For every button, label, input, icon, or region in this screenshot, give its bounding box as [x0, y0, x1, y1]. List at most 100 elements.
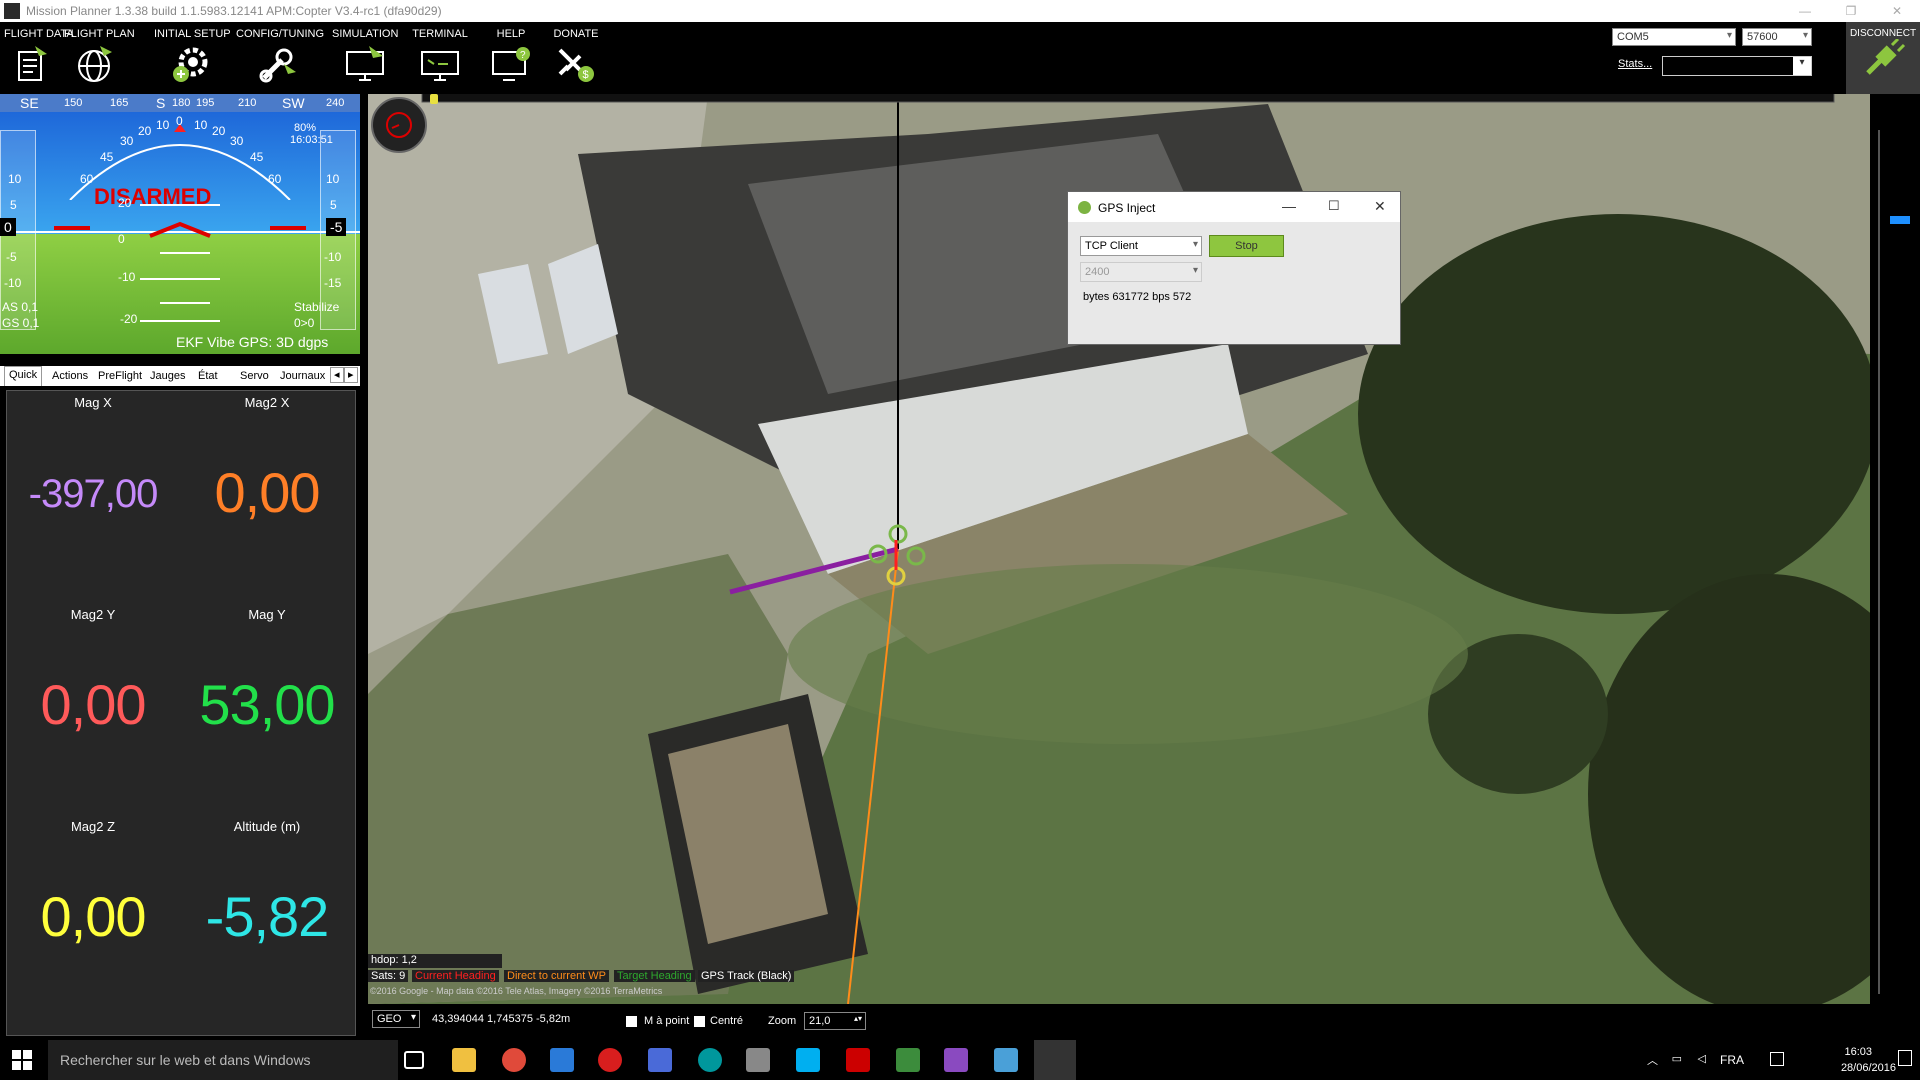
mission-planner-taskbar-icon[interactable]	[994, 1048, 1018, 1072]
app-icon-blue[interactable]	[550, 1048, 574, 1072]
menu-initial-setup[interactable]: INITIAL SETUP	[154, 22, 231, 94]
coord-type-value: GEO	[377, 1013, 402, 1025]
stats-link[interactable]: Stats...	[1618, 58, 1652, 70]
file-explorer-icon[interactable]	[452, 1048, 476, 1072]
app-icon-purple[interactable]	[944, 1048, 968, 1072]
gear-plus-icon	[173, 47, 208, 82]
taskbar-search-placeholder: Rechercher sur le web et dans Windows	[60, 1052, 311, 1068]
legend-target-heading: Target Heading	[614, 970, 695, 982]
chevron-down-icon: ▾	[1793, 57, 1811, 75]
satellite-map[interactable]: GPS Inject — ☐ ✕ TCP Client ▾ Stop 2400 ▾ …	[368, 94, 1870, 1004]
quick-label: Mag X	[74, 395, 112, 410]
close-button[interactable]: ✕	[1874, 0, 1920, 22]
pitch-line	[160, 252, 210, 254]
connection-type-select[interactable]: TCP Client ▾	[1080, 236, 1202, 256]
zoom-stepper[interactable]: 21,0 ▴▾	[804, 1012, 866, 1030]
tab-scroll-right[interactable]: ▸	[344, 367, 358, 383]
arduino-icon[interactable]	[698, 1048, 722, 1072]
quick-cell[interactable]: Altitude (m) -5,82	[181, 815, 353, 1027]
roll-label: 60	[80, 172, 94, 186]
menu-simulation[interactable]: SIMULATION	[332, 22, 398, 94]
tab-scroll-left[interactable]: ◂	[330, 367, 344, 383]
tab-servo[interactable]: Servo	[236, 368, 273, 386]
tab-etat[interactable]: État	[194, 368, 222, 386]
volume-icon[interactable]: ◁	[1698, 1052, 1706, 1065]
roll-label: 20	[212, 124, 226, 138]
plug-icon	[1866, 37, 1906, 75]
coord-type-select[interactable]: GEO ▾	[372, 1010, 420, 1028]
menu-label: DONATE	[553, 28, 599, 40]
timeline-marker[interactable]	[430, 94, 438, 104]
menu-config-tuning[interactable]: CONFIG/TUNING	[236, 22, 324, 94]
chevron-down-icon: ▾	[1802, 30, 1808, 41]
network-icon[interactable]: ▭	[1672, 1052, 1682, 1065]
tab-actions[interactable]: Actions	[48, 368, 92, 386]
menu-label: TERMINAL	[412, 28, 468, 40]
pdf-reader-icon[interactable]	[846, 1048, 870, 1072]
app-icon-green[interactable]	[896, 1048, 920, 1072]
menu-label: HELP	[496, 28, 526, 40]
task-view-icon[interactable]	[404, 1051, 424, 1069]
quick-cell[interactable]: Mag2 Y 0,00	[7, 603, 179, 815]
altitude-value: -5	[326, 218, 347, 236]
stop-button[interactable]: Stop	[1209, 235, 1284, 257]
app-icon-red[interactable]	[598, 1048, 622, 1072]
map-right-bar	[1870, 94, 1920, 1004]
language-indicator[interactable]: FRA	[1720, 1053, 1744, 1067]
baud-value: 2400	[1085, 266, 1110, 278]
alt-tick: -10	[324, 250, 342, 264]
active-window-button[interactable]	[1034, 1040, 1076, 1080]
compass-label: 195	[196, 97, 215, 109]
menu-donate[interactable]: DONATE $	[548, 22, 604, 94]
disconnect-button[interactable]: DISCONNECT	[1846, 22, 1920, 94]
tab-jauges[interactable]: Jauges	[146, 368, 189, 386]
quick-cell[interactable]: Mag2 X 0,00	[181, 391, 353, 603]
tab-preflight[interactable]: PreFlight	[94, 368, 146, 386]
minimize-button[interactable]: —	[1282, 198, 1296, 214]
tab-quick[interactable]: Quick	[4, 366, 43, 386]
svg-text:?: ?	[520, 50, 526, 61]
clock-time[interactable]: 16:03	[1844, 1046, 1872, 1058]
compass-label: 180	[172, 97, 191, 109]
roll-label: 45	[100, 150, 114, 164]
app-icon-network[interactable]	[648, 1048, 672, 1072]
restore-button[interactable]: ❐	[1828, 0, 1874, 22]
checkbox-center[interactable]	[694, 1016, 705, 1027]
menu-flight-data[interactable]: FLIGHT DATA	[4, 22, 74, 94]
minimize-button[interactable]: —	[1782, 0, 1828, 22]
menu-help[interactable]: HELP ?	[484, 22, 538, 94]
roll-label: 20	[138, 124, 152, 138]
windows-start-icon[interactable]	[12, 1050, 32, 1070]
close-button[interactable]: ✕	[1374, 198, 1386, 215]
stepper-arrows-icon[interactable]: ▴▾	[854, 1014, 862, 1023]
quick-cell[interactable]: Mag X -397,00	[7, 391, 179, 603]
skype-icon[interactable]	[796, 1048, 820, 1072]
menu-label: INITIAL SETUP	[154, 28, 231, 40]
quick-cell[interactable]: Mag Y 53,00	[181, 603, 353, 815]
maximize-button[interactable]: ☐	[1328, 198, 1340, 214]
groundspeed-readout: GS 0,1	[2, 316, 40, 330]
app-icon-gray[interactable]	[746, 1048, 770, 1072]
checkbox-map-point-label: M à point	[644, 1015, 690, 1027]
chrome-icon[interactable]	[502, 1048, 526, 1072]
notification-icon[interactable]	[1898, 1050, 1912, 1066]
quick-value: 0,00	[40, 673, 147, 736]
pitch-label: -20	[120, 312, 138, 326]
speed-tick: -5	[6, 250, 17, 264]
monitor-plane-icon	[346, 46, 384, 81]
baud-rate-select[interactable]: 57600 ▾	[1742, 28, 1812, 46]
quick-cell[interactable]: Mag2 Z 0,00	[7, 815, 179, 1027]
menu-terminal[interactable]: TERMINAL	[412, 22, 468, 94]
globe-icon	[78, 46, 112, 82]
menu-flight-plan[interactable]: FLIGHT PLAN	[64, 22, 135, 94]
taskbar-search[interactable]: Rechercher sur le web et dans Windows	[48, 1040, 398, 1080]
tab-journaux[interactable]: Journaux	[276, 368, 329, 386]
checkbox-map-point[interactable]	[626, 1016, 637, 1027]
clock-date[interactable]: 28/06/2016	[1841, 1062, 1896, 1074]
zoom-slider-thumb[interactable]	[1890, 216, 1910, 224]
chevron-up-icon[interactable]: ︿	[1647, 1052, 1658, 1068]
quick-value: -397,00	[28, 472, 159, 516]
onscreen-keyboard-icon[interactable]	[1770, 1052, 1784, 1066]
stats-select[interactable]: ▾	[1662, 56, 1812, 76]
com-port-select[interactable]: COM5 ▾	[1612, 28, 1736, 46]
